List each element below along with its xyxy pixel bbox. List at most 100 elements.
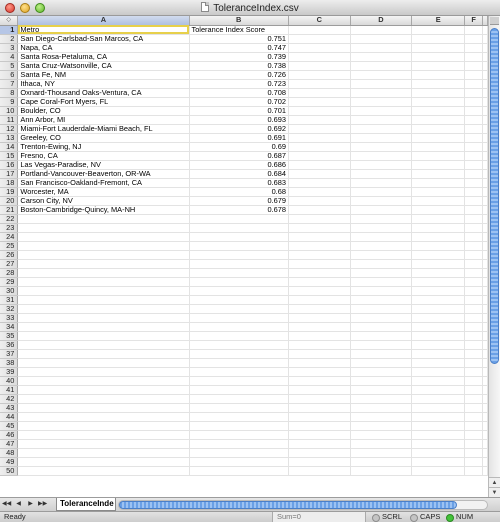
column-header-f[interactable]: F xyxy=(464,16,483,26)
cell[interactable] xyxy=(482,367,488,377)
cell[interactable] xyxy=(482,88,488,98)
cell[interactable] xyxy=(17,457,190,467)
cell[interactable]: 0.687 xyxy=(189,151,289,161)
cell[interactable]: Napa, CA xyxy=(17,43,190,53)
cell[interactable] xyxy=(288,394,351,404)
cell[interactable] xyxy=(411,439,466,449)
row-header[interactable]: 21 xyxy=(0,205,19,215)
cell[interactable] xyxy=(411,187,466,197)
cell[interactable] xyxy=(464,295,483,305)
row-header[interactable]: 39 xyxy=(0,367,19,377)
row-header[interactable]: 20 xyxy=(0,196,19,206)
cell[interactable] xyxy=(350,466,413,476)
cell[interactable] xyxy=(411,340,466,350)
cell[interactable] xyxy=(350,169,413,179)
cell[interactable] xyxy=(288,385,351,395)
row-header[interactable]: 29 xyxy=(0,277,19,287)
cell[interactable] xyxy=(17,277,190,287)
cell[interactable] xyxy=(350,313,413,323)
cell[interactable] xyxy=(189,466,289,476)
cell[interactable] xyxy=(482,25,488,35)
cell[interactable] xyxy=(464,115,483,125)
cell[interactable] xyxy=(189,394,289,404)
cell[interactable] xyxy=(482,70,488,80)
cell[interactable] xyxy=(411,232,466,242)
cell[interactable] xyxy=(288,178,351,188)
cell[interactable] xyxy=(464,142,483,152)
cell[interactable] xyxy=(350,394,413,404)
cell[interactable] xyxy=(350,232,413,242)
cell[interactable]: Ann Arbor, MI xyxy=(17,115,190,125)
cell[interactable] xyxy=(17,331,190,341)
cell[interactable] xyxy=(411,403,466,413)
cell[interactable] xyxy=(288,403,351,413)
cell[interactable] xyxy=(464,43,483,53)
cell[interactable] xyxy=(482,331,488,341)
cell[interactable] xyxy=(189,241,289,251)
cell[interactable] xyxy=(482,52,488,62)
cell[interactable] xyxy=(189,430,289,440)
cell[interactable] xyxy=(17,421,190,431)
cell[interactable] xyxy=(411,88,466,98)
cell[interactable] xyxy=(288,106,351,116)
cell[interactable] xyxy=(350,322,413,332)
cell[interactable] xyxy=(288,223,351,233)
cell[interactable] xyxy=(189,295,289,305)
cell[interactable] xyxy=(350,376,413,386)
cell[interactable] xyxy=(482,241,488,251)
cell[interactable] xyxy=(464,160,483,170)
next-sheet-button[interactable]: ▶ xyxy=(26,500,35,509)
cell[interactable] xyxy=(482,394,488,404)
cell[interactable]: San Diego-Carlsbad-San Marcos, CA xyxy=(17,34,190,44)
scroll-up-arrow-icon[interactable]: ▲ xyxy=(489,477,500,487)
cell[interactable]: 0.702 xyxy=(189,97,289,107)
cell[interactable] xyxy=(17,448,190,458)
row-header[interactable]: 27 xyxy=(0,259,19,269)
cell[interactable] xyxy=(482,349,488,359)
cell[interactable] xyxy=(411,277,466,287)
cell[interactable] xyxy=(350,196,413,206)
column-header-a[interactable]: A xyxy=(17,16,190,26)
cell[interactable] xyxy=(411,448,466,458)
cell[interactable] xyxy=(411,169,466,179)
cell[interactable]: 0.686 xyxy=(189,160,289,170)
cell[interactable] xyxy=(288,421,351,431)
cell[interactable] xyxy=(350,349,413,359)
cell[interactable] xyxy=(288,232,351,242)
cell[interactable] xyxy=(464,241,483,251)
cell[interactable] xyxy=(189,385,289,395)
cell[interactable] xyxy=(189,403,289,413)
cell[interactable] xyxy=(464,88,483,98)
cell[interactable] xyxy=(482,34,488,44)
cell[interactable] xyxy=(350,295,413,305)
cell[interactable] xyxy=(350,241,413,251)
cell[interactable] xyxy=(350,52,413,62)
cell[interactable] xyxy=(464,331,483,341)
cell[interactable] xyxy=(288,70,351,80)
cell[interactable] xyxy=(464,349,483,359)
cell[interactable] xyxy=(288,241,351,251)
cell[interactable] xyxy=(411,322,466,332)
cell[interactable] xyxy=(482,295,488,305)
cell[interactable] xyxy=(189,340,289,350)
cell[interactable] xyxy=(482,439,488,449)
cell[interactable]: Boston-Cambridge-Quincy, MA-NH xyxy=(17,205,190,215)
cell[interactable] xyxy=(350,286,413,296)
row-header[interactable]: 41 xyxy=(0,385,19,395)
horizontal-scroll-thumb[interactable] xyxy=(119,501,457,509)
cell[interactable] xyxy=(288,430,351,440)
cell[interactable] xyxy=(411,286,466,296)
cell[interactable]: 0.678 xyxy=(189,205,289,215)
cell[interactable] xyxy=(482,133,488,143)
cell[interactable] xyxy=(464,403,483,413)
cell[interactable] xyxy=(288,88,351,98)
cell[interactable] xyxy=(17,367,190,377)
cell[interactable]: 0.684 xyxy=(189,169,289,179)
cell[interactable]: 0.69 xyxy=(189,142,289,152)
cell[interactable] xyxy=(350,79,413,89)
cell[interactable] xyxy=(464,106,483,116)
cell[interactable] xyxy=(464,376,483,386)
cell[interactable] xyxy=(411,52,466,62)
cell[interactable] xyxy=(17,340,190,350)
cell[interactable] xyxy=(350,214,413,224)
